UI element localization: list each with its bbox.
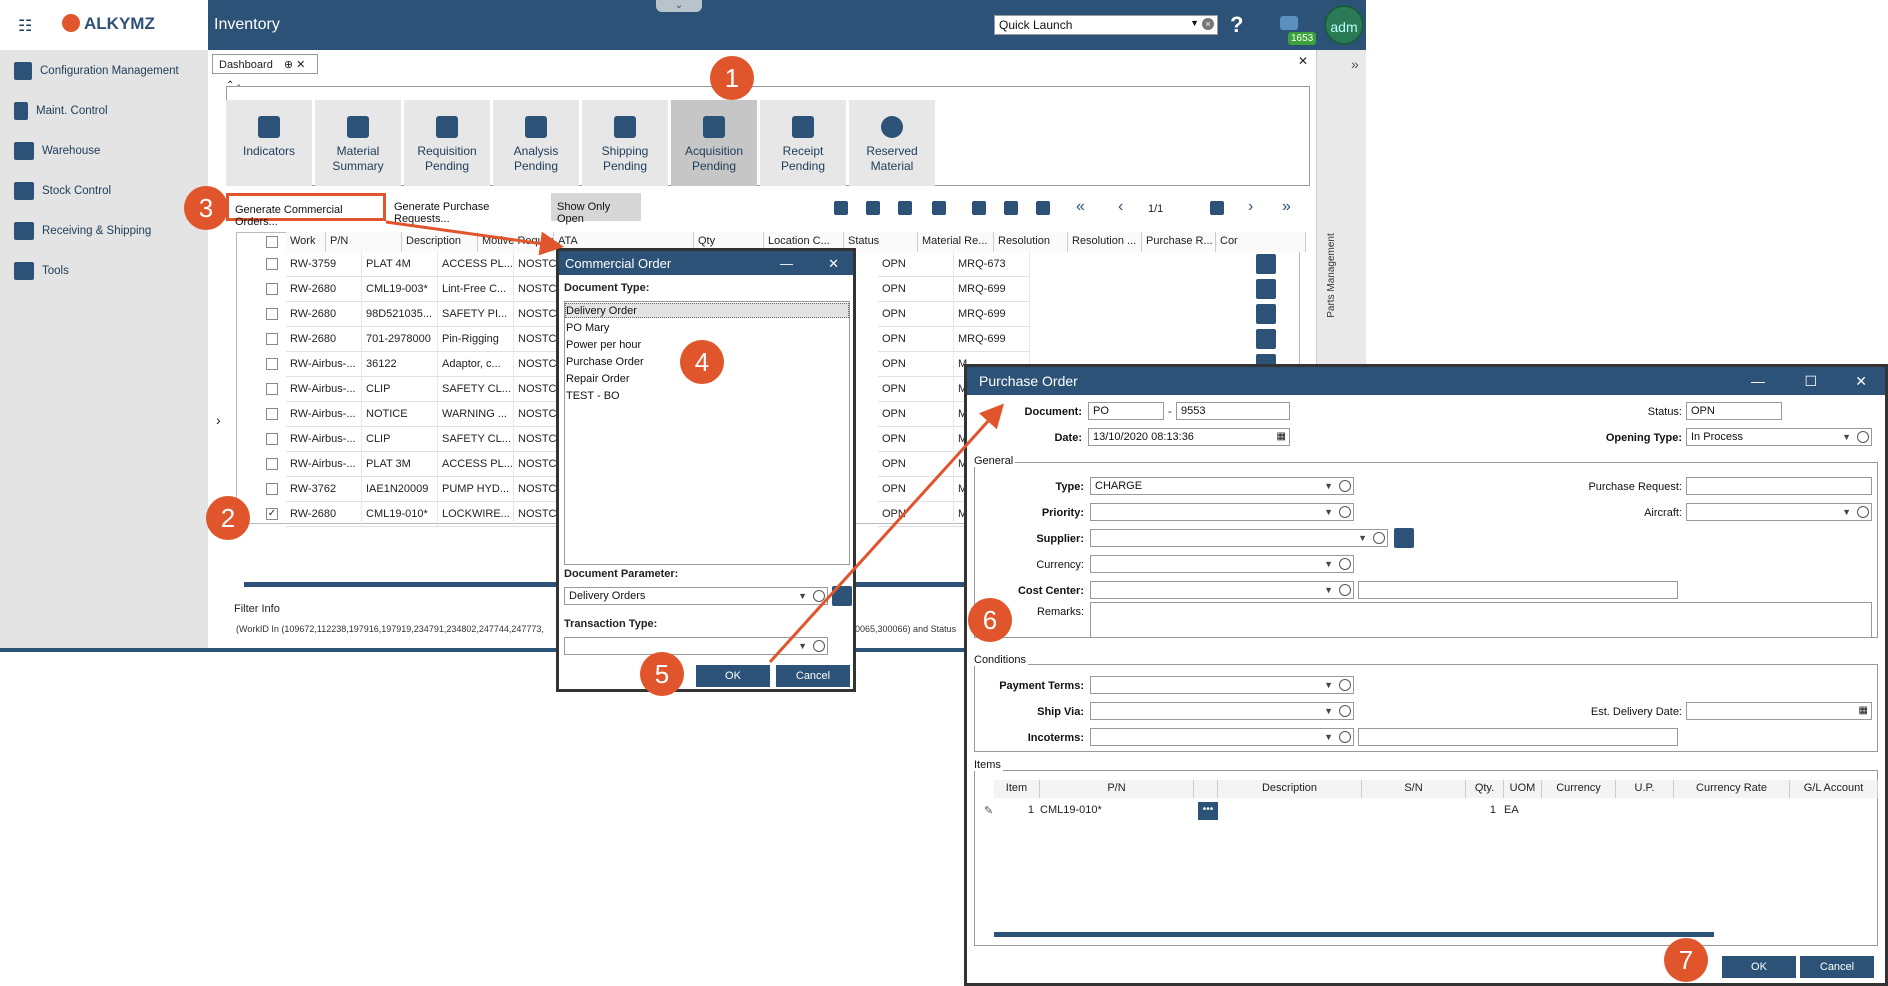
step-marker-4: 4 (680, 340, 724, 384)
step-marker-3: 3 (184, 186, 228, 230)
step-marker-6: 6 (968, 598, 1012, 642)
annotation-arrows (385, 220, 1005, 664)
step-marker-7: 7 (1664, 938, 1708, 982)
step-marker-5: 5 (640, 652, 684, 696)
arrow-to-purchase-order (768, 403, 1005, 664)
step-marker-1: 1 (710, 56, 754, 100)
step-marker-2: 2 (206, 496, 250, 540)
arrow-to-commercial-order (385, 220, 564, 256)
